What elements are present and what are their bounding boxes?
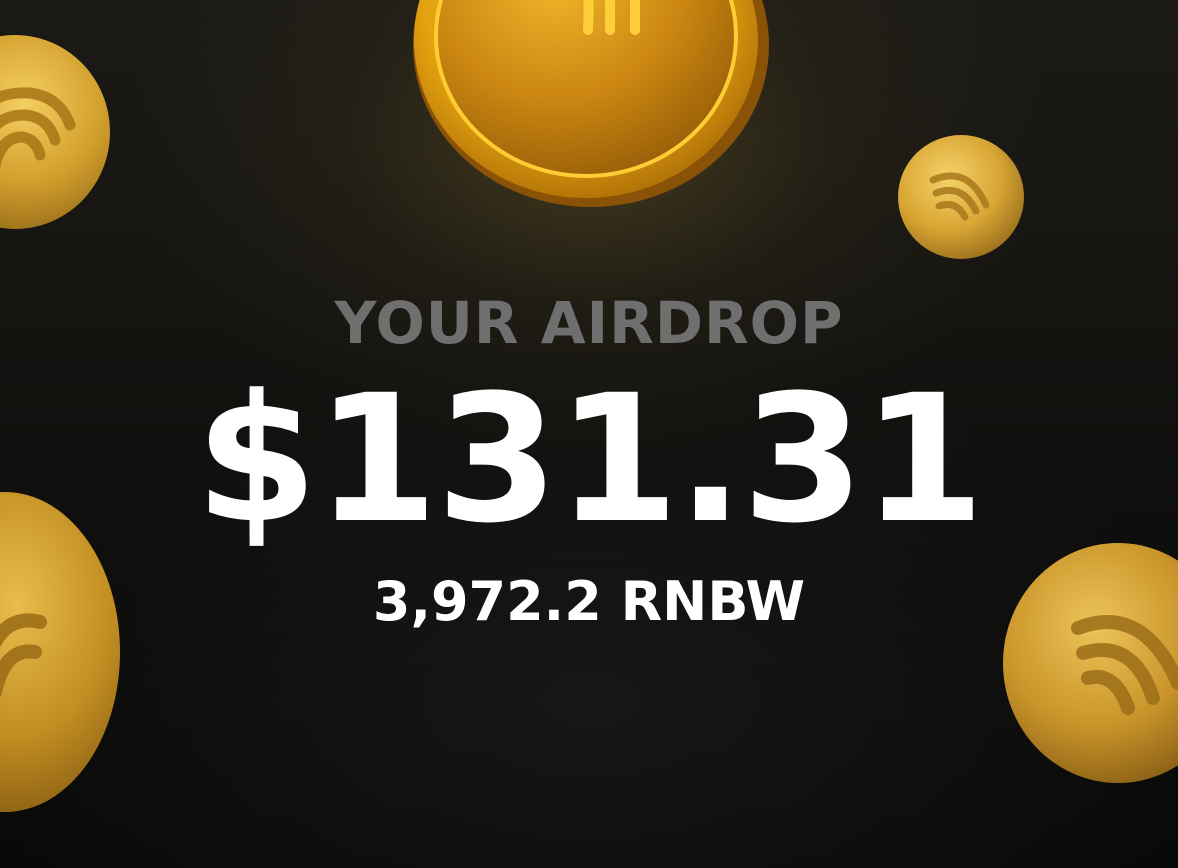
- airdrop-summary: YOUR AIRDROP $131.31 3,972.2 RNBW: [0, 0, 1178, 868]
- airdrop-amount-usd: $131.31: [195, 357, 985, 562]
- airdrop-amount-tokens: 3,972.2 RNBW: [372, 570, 806, 633]
- airdrop-screen: YOUR AIRDROP $131.31 3,972.2 RNBW: [0, 0, 1178, 868]
- airdrop-label: YOUR AIRDROP: [334, 289, 844, 357]
